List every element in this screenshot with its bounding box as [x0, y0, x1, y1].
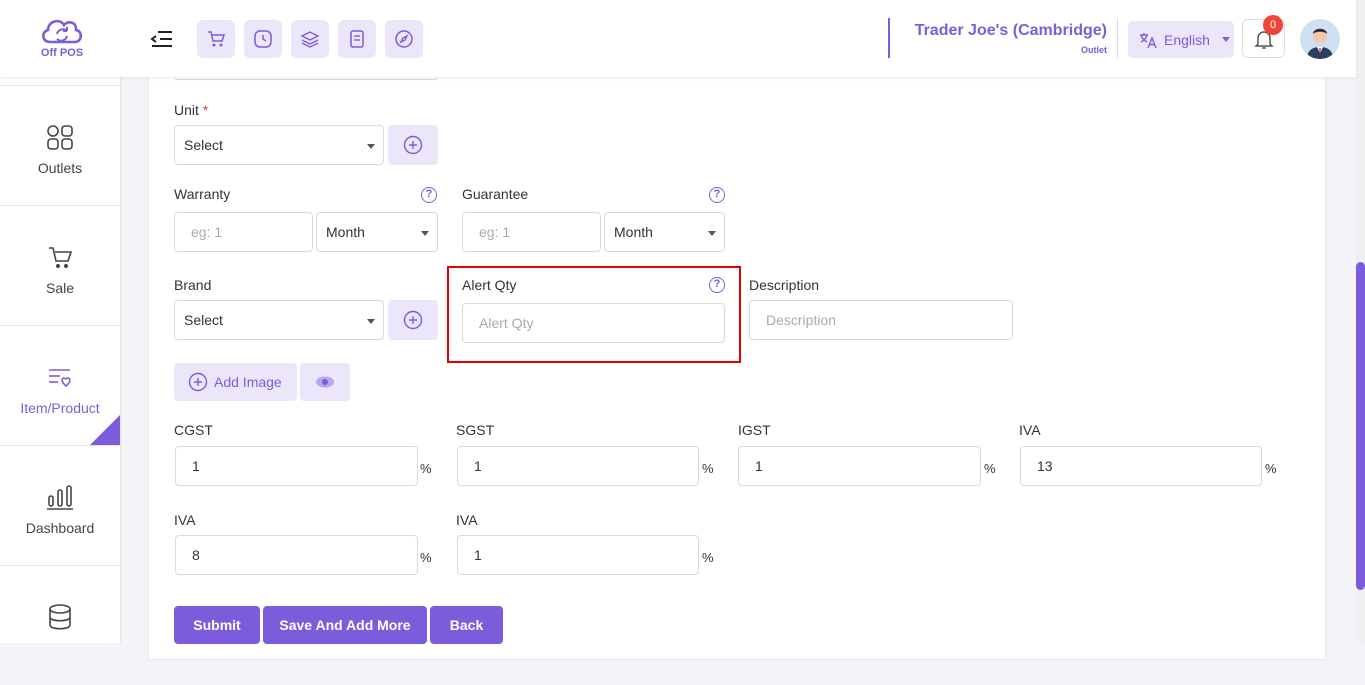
- unit-label: Unit *: [174, 102, 209, 118]
- back-button[interactable]: Back: [430, 606, 503, 644]
- brand-select[interactable]: Select: [174, 300, 384, 340]
- percent-unit: %: [702, 550, 714, 565]
- pos-cart-button[interactable]: [197, 20, 235, 58]
- user-avatar-image: [1300, 19, 1340, 59]
- plus-circle-icon: [403, 310, 423, 330]
- active-indicator: [90, 415, 120, 445]
- preview-image-button[interactable]: [300, 363, 350, 401]
- sidebar-item-label: Dashboard: [25, 520, 95, 536]
- app-logo[interactable]: Off POS: [38, 14, 86, 64]
- save-and-add-more-button[interactable]: Save And Add More: [263, 606, 427, 644]
- sale-cart-icon: [49, 247, 73, 268]
- help-icon[interactable]: ?: [709, 187, 725, 203]
- sidebar-item-sale[interactable]: Sale: [0, 205, 120, 325]
- chevron-down-icon: [421, 231, 429, 236]
- iva-input[interactable]: 1: [457, 535, 699, 575]
- percent-unit: %: [984, 461, 996, 476]
- warranty-label: Warranty: [174, 186, 231, 202]
- sidebar-item-label: Item/Product: [20, 400, 100, 416]
- sidebar-item-item-product[interactable]: Item/Product: [0, 325, 120, 445]
- sidebar: Outlets Sale Item/Product Dashboard: [0, 77, 121, 643]
- warranty-input[interactable]: eg: 1: [174, 212, 313, 252]
- sidebar-toggle-button[interactable]: [150, 28, 174, 50]
- logo-text: Off POS: [40, 47, 84, 59]
- translate-icon: [1140, 32, 1157, 48]
- percent-unit: %: [420, 461, 432, 476]
- chevron-down-icon: [367, 144, 375, 149]
- sidebar-item-dashboard[interactable]: Dashboard: [0, 445, 120, 565]
- tax-label: IVA: [456, 512, 478, 528]
- add-image-button[interactable]: Add Image: [174, 363, 297, 401]
- add-image-label: Add Image: [214, 374, 282, 390]
- brand-label: Brand: [174, 277, 212, 293]
- help-icon[interactable]: ?: [421, 187, 437, 203]
- language-dropdown[interactable]: English: [1128, 21, 1234, 58]
- percent-unit: %: [420, 550, 432, 565]
- sidebar-item-label: Outlets: [37, 160, 83, 176]
- tax-label: IGST: [738, 422, 771, 438]
- cart-icon: [208, 31, 226, 47]
- highlight-box: [447, 266, 741, 363]
- tax-label: IVA: [1019, 422, 1041, 438]
- tax-label: IVA: [174, 512, 196, 528]
- layers-button[interactable]: [291, 20, 329, 58]
- description-input[interactable]: Description: [749, 300, 1013, 340]
- eye-icon: [316, 376, 334, 388]
- receipt-icon: [350, 30, 364, 48]
- outlet-name: Trader Joe's (Cambridge): [914, 22, 1107, 39]
- percent-unit: %: [1265, 461, 1277, 476]
- sidebar-item-outlets[interactable]: Outlets: [0, 85, 120, 205]
- chevron-down-icon: [367, 319, 375, 324]
- add-brand-button[interactable]: [388, 300, 438, 340]
- add-unit-button[interactable]: [388, 125, 438, 165]
- outlet-type: Outlet: [1081, 45, 1107, 55]
- sidebar-item-label: Sale: [45, 280, 75, 296]
- percent-unit: %: [702, 461, 714, 476]
- cloud-logo-icon: [42, 19, 83, 44]
- layers-icon: [300, 31, 320, 48]
- plus-circle-icon: [188, 372, 208, 392]
- guarantee-period-select[interactable]: Month: [604, 212, 725, 252]
- menu-collapse-icon: [150, 31, 172, 47]
- description-label: Description: [749, 277, 820, 293]
- compass-icon: [395, 30, 413, 48]
- guarantee-label: Guarantee: [462, 186, 529, 202]
- top-header: Off POS Trader Joe's (Cambridge) Outlet …: [0, 0, 1356, 77]
- cgst-input[interactable]: 1: [175, 446, 418, 486]
- iva-input[interactable]: 8: [175, 535, 418, 575]
- guarantee-input[interactable]: eg: 1: [462, 212, 601, 252]
- tax-label: SGST: [456, 422, 495, 438]
- outlets-icon: [47, 125, 73, 150]
- chevron-down-icon: [1221, 37, 1230, 42]
- receipt-button[interactable]: [338, 20, 376, 58]
- item-product-icon: [49, 369, 71, 388]
- sidebar-item-database[interactable]: [0, 565, 120, 685]
- database-icon: [49, 604, 71, 630]
- notifications-button[interactable]: 0: [1242, 15, 1285, 58]
- outlet-selector[interactable]: Trader Joe's (Cambridge) Outlet: [888, 18, 1118, 58]
- submit-button[interactable]: Submit: [174, 606, 260, 644]
- chevron-down-icon: [708, 231, 716, 236]
- language-label: English: [1164, 31, 1210, 48]
- warranty-period-select[interactable]: Month: [316, 212, 438, 252]
- notification-badge: 0: [1263, 15, 1283, 35]
- sgst-input[interactable]: 1: [457, 446, 699, 486]
- igst-input[interactable]: 1: [738, 446, 981, 486]
- clock-icon: [254, 30, 272, 48]
- iva-input[interactable]: 13: [1020, 446, 1262, 486]
- tax-label: CGST: [174, 422, 213, 438]
- scrollbar-thumb[interactable]: [1356, 262, 1365, 590]
- page-scrollbar[interactable]: [1356, 0, 1365, 643]
- user-avatar[interactable]: [1300, 19, 1340, 59]
- dashboard-chart-icon: [47, 485, 73, 510]
- plus-circle-icon: [403, 135, 423, 155]
- attendance-button[interactable]: [244, 20, 282, 58]
- compass-button[interactable]: [385, 20, 423, 58]
- unit-select[interactable]: Select: [174, 125, 384, 165]
